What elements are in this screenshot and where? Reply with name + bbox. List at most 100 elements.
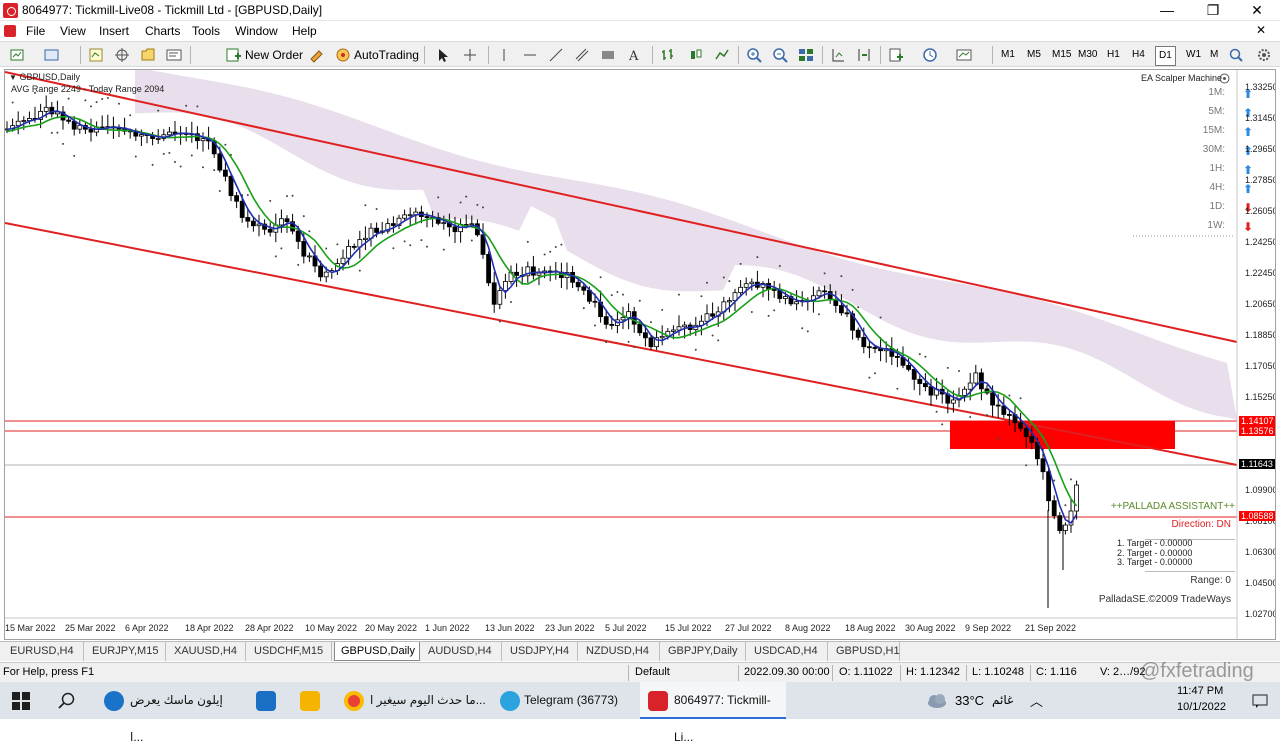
clock-time[interactable]: 11:47 PM xyxy=(1177,685,1223,697)
weather-cloud-icon[interactable] xyxy=(926,693,948,709)
candle-body xyxy=(609,323,615,326)
chart-close-button[interactable]: ✕ xyxy=(1238,20,1280,41)
templates-icon[interactable] xyxy=(956,47,972,63)
trendline-icon[interactable] xyxy=(548,47,564,63)
sar-dot xyxy=(1025,464,1028,467)
candle-body xyxy=(155,138,161,140)
candle-body xyxy=(531,266,536,276)
taskbar-store[interactable] xyxy=(292,682,328,719)
horizontal-line-icon[interactable] xyxy=(522,47,538,63)
menu-file[interactable]: File xyxy=(26,24,45,38)
profiles-icon[interactable] xyxy=(44,47,60,63)
new-chart-icon[interactable] xyxy=(10,47,26,63)
chart-canvas[interactable] xyxy=(5,70,1276,640)
menu-window[interactable]: Window xyxy=(235,24,278,38)
taskbar-metatrader[interactable]: 8064977: Tickmill-Li... xyxy=(640,682,786,744)
chart-tab-xauusd-h4[interactable]: XAUUSD,H4 xyxy=(168,642,246,661)
timeframe-d1[interactable]: D1 xyxy=(1155,46,1176,66)
taskbar-edge[interactable]: إيلون ماسك يعرض ا... xyxy=(98,682,238,744)
ea-settings-icon[interactable] xyxy=(1219,73,1230,84)
settings-icon[interactable] xyxy=(1256,47,1272,63)
auto-trading-button[interactable]: AutoTrading xyxy=(354,45,419,65)
crosshair-icon[interactable] xyxy=(462,47,478,63)
bar-chart-icon[interactable] xyxy=(660,47,676,63)
close-button[interactable]: ✕ xyxy=(1234,0,1280,21)
taskbar-edge-label: إيلون ماسك يعرض ا... xyxy=(130,693,223,744)
menu-charts[interactable]: Charts xyxy=(145,24,180,38)
market-watch-icon[interactable] xyxy=(88,47,104,63)
menu-insert[interactable]: Insert xyxy=(99,24,129,38)
chart-shift-icon[interactable] xyxy=(856,47,872,63)
status-help: For Help, press F1 xyxy=(3,666,95,678)
price-chart[interactable]: ▼ GBPUSD,Daily AVG Range 2249 - Today Ra… xyxy=(4,69,1276,640)
candle-body xyxy=(855,329,861,338)
minimize-button[interactable]: — xyxy=(1144,0,1190,21)
search-icon[interactable] xyxy=(1228,47,1244,63)
chart-tab-usdchf-m15[interactable]: USDCHF,M15 xyxy=(248,642,332,661)
sar-dot xyxy=(823,272,826,275)
sar-dot xyxy=(924,355,927,358)
sar-dot xyxy=(549,250,552,253)
chart-window-icon[interactable] xyxy=(4,25,16,37)
periods-icon[interactable] xyxy=(922,47,938,63)
chart-tab-gbpusd-daily[interactable]: GBPUSD,Daily xyxy=(334,642,420,661)
chart-tab-gbpusd-h1[interactable]: GBPUSD,H1 xyxy=(830,642,900,661)
candle-body xyxy=(362,237,368,240)
menu-tools[interactable]: Tools xyxy=(192,24,220,38)
taskbar-mail[interactable] xyxy=(248,682,284,719)
assistant-range: Range: 0 xyxy=(1190,575,1231,586)
line-chart-icon[interactable] xyxy=(714,47,730,63)
candlestick-icon[interactable] xyxy=(688,47,704,63)
candle-body xyxy=(536,272,542,276)
terminal-icon[interactable] xyxy=(166,47,182,63)
metaeditor-icon[interactable] xyxy=(309,47,325,63)
chart-tab-audusd-h4[interactable]: AUDUSD,H4 xyxy=(422,642,502,661)
maximize-button[interactable]: ❐ xyxy=(1190,0,1236,21)
timeframe-w1[interactable]: W1 xyxy=(1183,46,1204,64)
weather-description[interactable]: غائم xyxy=(992,693,1013,707)
chart-tab-usdjpy-h4[interactable]: USDJPY,H4 xyxy=(504,642,578,661)
taskbar-telegram[interactable]: Telegram (36773) xyxy=(494,682,634,719)
menu-view[interactable]: View xyxy=(60,24,86,38)
cursor-icon[interactable] xyxy=(434,47,450,63)
windows-start-icon[interactable] xyxy=(12,692,30,710)
timeframe-m5[interactable]: M5 xyxy=(1024,46,1044,64)
date-axis-label: 21 Sep 2022 xyxy=(1025,623,1077,633)
channel-icon[interactable] xyxy=(574,47,590,63)
timeframe-m30[interactable]: M30 xyxy=(1075,46,1100,64)
timeframe-m1[interactable]: M1 xyxy=(998,46,1018,64)
timeframe-h4[interactable]: H4 xyxy=(1129,46,1148,64)
indicators-icon[interactable] xyxy=(888,47,904,63)
chart-tab-eurjpy-m15[interactable]: EURJPY,M15 xyxy=(86,642,166,661)
timeframe-mn[interactable]: M xyxy=(1207,46,1221,64)
zoom-out-icon[interactable] xyxy=(772,47,788,63)
crosshair-target-icon[interactable] xyxy=(114,47,130,63)
search-taskbar-icon[interactable] xyxy=(58,692,76,710)
timeframe-m15[interactable]: M15 xyxy=(1049,46,1074,64)
symbol-label: ▼ GBPUSD,Daily xyxy=(7,72,82,83)
candle-body xyxy=(1057,515,1063,531)
sar-dot xyxy=(62,142,64,145)
timeframe-h1[interactable]: H1 xyxy=(1104,46,1123,64)
menu-help[interactable]: Help xyxy=(292,24,317,38)
tray-chevron-icon[interactable]: ︿ xyxy=(1030,691,1043,710)
notifications-icon[interactable] xyxy=(1252,694,1268,708)
clock-date[interactable]: 10/1/2022 xyxy=(1177,701,1226,713)
zoom-in-icon[interactable] xyxy=(746,47,762,63)
dropdown-triangle-icon[interactable]: ▼ xyxy=(9,73,17,82)
supply-zone-rectangle[interactable] xyxy=(950,421,1175,449)
rectangle-icon[interactable] xyxy=(600,47,616,63)
chart-tab-gbpjpy-daily[interactable]: GBPJPY,Daily xyxy=(662,642,746,661)
new-order-button[interactable]: New Order xyxy=(245,45,303,65)
sar-dot xyxy=(67,97,70,100)
vertical-line-icon[interactable] xyxy=(496,47,512,63)
text-icon[interactable]: A xyxy=(626,47,642,63)
navigator-icon[interactable] xyxy=(140,47,156,63)
tile-windows-icon[interactable] xyxy=(798,47,814,63)
auto-scroll-icon[interactable] xyxy=(830,47,846,63)
chart-tab-usdcad-h4[interactable]: USDCAD,H4 xyxy=(748,642,828,661)
chart-tab-eurusd-h4[interactable]: EURUSD,H4 xyxy=(4,642,84,661)
weather-temperature[interactable]: 33°C xyxy=(955,693,984,708)
taskbar-chrome[interactable]: ما حدث اليوم سيغير ا... xyxy=(338,682,486,719)
chart-tab-nzdusd-h4[interactable]: NZDUSD,H4 xyxy=(580,642,660,661)
